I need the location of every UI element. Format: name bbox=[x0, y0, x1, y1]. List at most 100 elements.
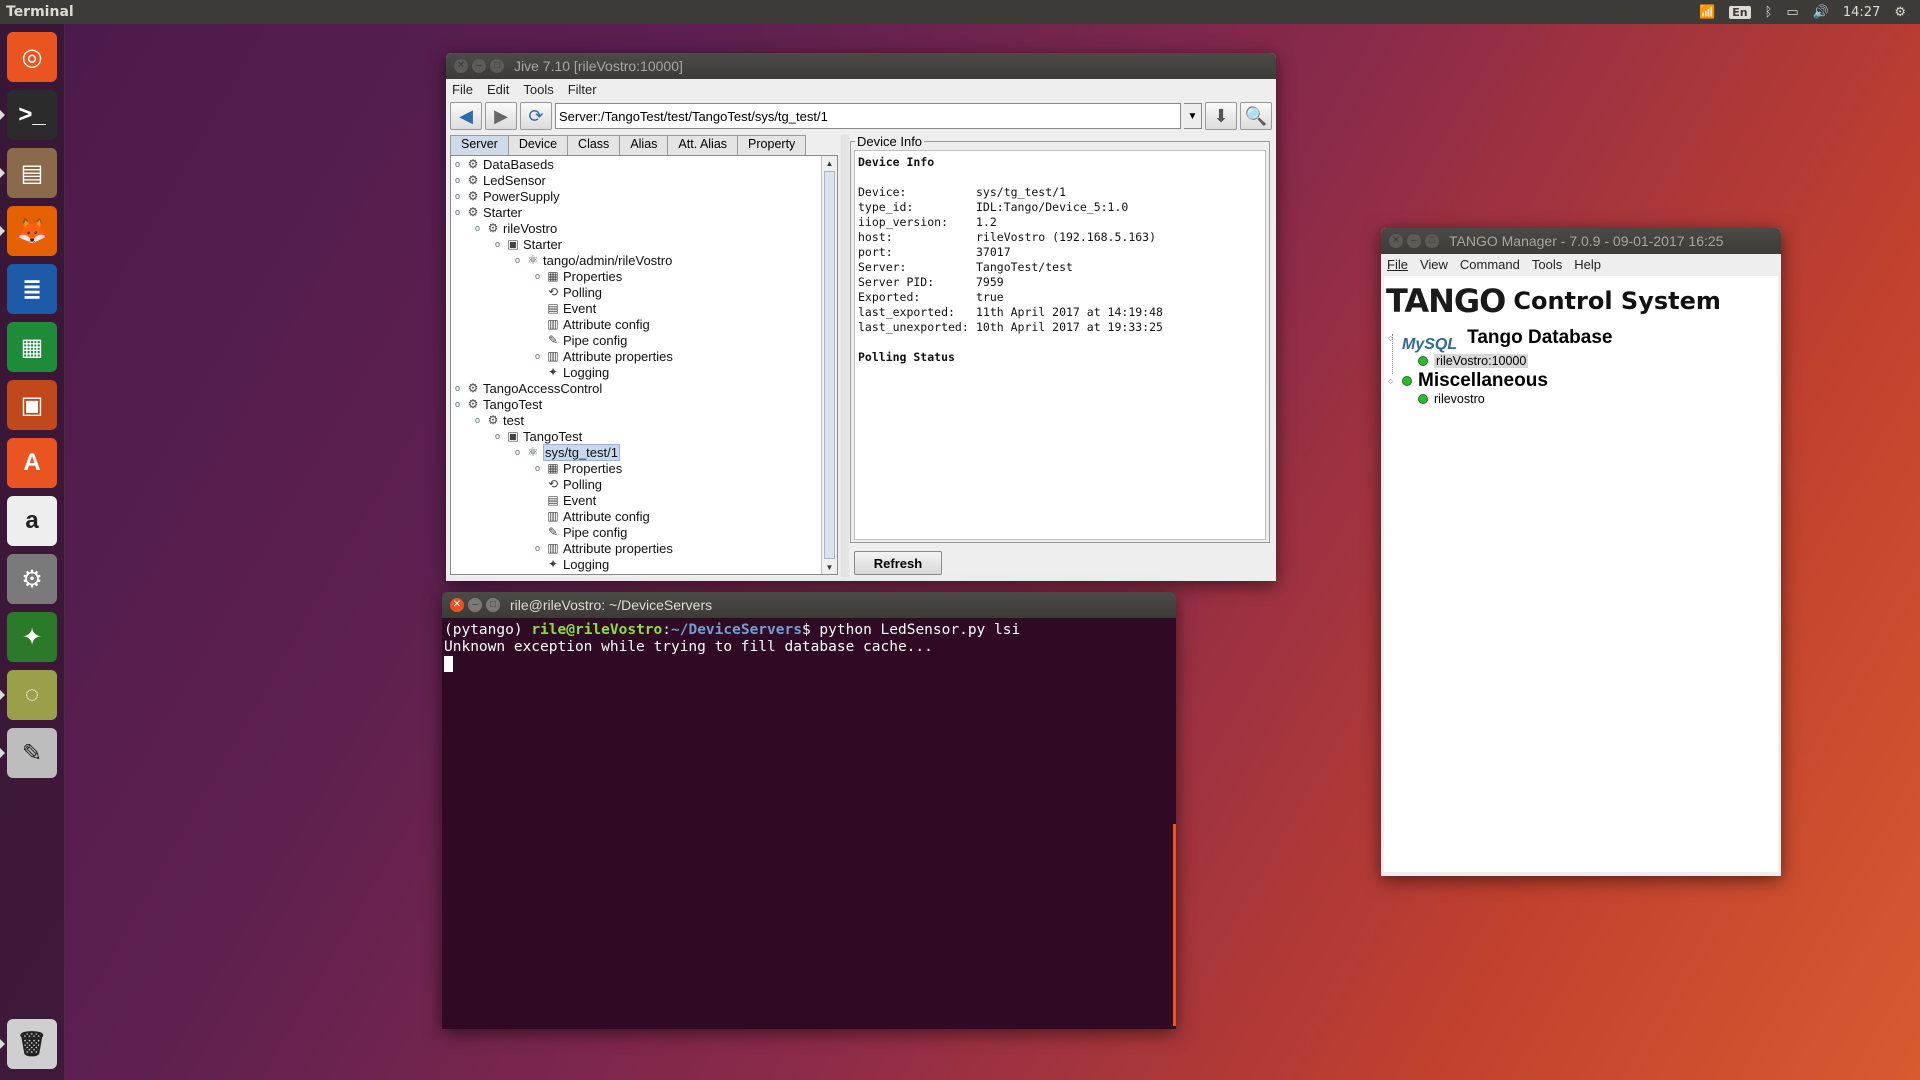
scroll-thumb[interactable] bbox=[824, 171, 835, 559]
menu-command[interactable]: Command bbox=[1460, 257, 1520, 272]
chevron-down-icon[interactable]: ▼ bbox=[1184, 103, 1202, 129]
tree-node[interactable]: o ⚙ DataBaseds bbox=[455, 156, 554, 172]
tab-server[interactable]: Server bbox=[450, 135, 509, 155]
menu-file[interactable]: File bbox=[1387, 257, 1408, 272]
tree-node[interactable]: o ▥ Attribute properties bbox=[535, 348, 673, 364]
tree-node[interactable]: o ⚙ Starter bbox=[455, 204, 522, 220]
refresh-button[interactable]: Refresh bbox=[854, 551, 942, 575]
expand-icon[interactable]: ○ bbox=[1388, 376, 1402, 386]
back-button[interactable]: ◀ bbox=[450, 102, 482, 130]
tree-node[interactable]: o ▦ Properties bbox=[535, 460, 622, 476]
volume-icon[interactable]: 🔊 bbox=[1813, 5, 1829, 20]
expand-toggle-icon[interactable]: o bbox=[535, 351, 545, 361]
minimize-icon[interactable]: – bbox=[1407, 234, 1421, 248]
tree-node[interactable]: o ⚙ TangoAccessControl bbox=[455, 380, 602, 396]
expand-toggle-icon[interactable]: o bbox=[495, 239, 505, 249]
firefox-icon[interactable]: 🦊 bbox=[7, 206, 57, 256]
trash-icon[interactable]: 🗑 bbox=[7, 1019, 57, 1069]
tab-device[interactable]: Device bbox=[507, 135, 569, 155]
tree-node[interactable]: o ⚙ rileVostro bbox=[475, 220, 557, 236]
tree-node[interactable]: ✎ Pipe config bbox=[535, 524, 627, 540]
tree-node[interactable]: o ⚙ LedSensor bbox=[455, 172, 546, 188]
menu-help[interactable]: Help bbox=[1574, 257, 1601, 272]
tree-node[interactable]: o ⚙ TangoTest bbox=[455, 396, 542, 412]
close-icon[interactable]: ✕ bbox=[450, 598, 464, 612]
tree-node[interactable]: o ⚙ test bbox=[475, 412, 524, 428]
menu-tools[interactable]: Tools bbox=[523, 82, 553, 97]
tree-node[interactable]: ✦ Logging bbox=[535, 364, 609, 380]
tree-node[interactable]: o ▣ TangoTest bbox=[495, 428, 582, 444]
impress-icon[interactable]: ▣ bbox=[7, 380, 57, 430]
menu-file[interactable]: File bbox=[452, 82, 473, 97]
expand-toggle-icon[interactable]: o bbox=[475, 223, 485, 233]
search-button[interactable]: 🔍 bbox=[1240, 102, 1272, 130]
tree-node[interactable]: o ▣ Starter bbox=[495, 236, 562, 252]
power-gear-icon[interactable]: ⚙ bbox=[1894, 5, 1906, 20]
tab-property[interactable]: Property bbox=[737, 135, 807, 155]
expand-toggle-icon[interactable]: o bbox=[495, 431, 505, 441]
tree-node[interactable]: o ▦ Properties bbox=[535, 268, 622, 284]
db-node[interactable]: ○ MySQL Tango Database bbox=[1388, 322, 1612, 354]
expand-toggle-icon[interactable]: o bbox=[515, 447, 525, 457]
terminal-icon[interactable]: >_ bbox=[7, 90, 57, 140]
keyboard-layout-indicator[interactable]: En bbox=[1729, 5, 1751, 19]
menu-edit[interactable]: Edit bbox=[487, 82, 509, 97]
expand-icon[interactable]: ○ bbox=[1388, 333, 1402, 343]
tango-titlebar[interactable]: ✕ – □ TANGO Manager - 7.0.9 - 09-01-2017… bbox=[1381, 228, 1781, 254]
wifi-icon[interactable]: 📶 bbox=[1699, 5, 1715, 20]
tree-node[interactable]: o ⚛ sys/tg_test/1 bbox=[515, 443, 620, 461]
tree-node[interactable]: ⟲ Polling bbox=[535, 476, 602, 492]
tree-node[interactable]: o ▥ Attribute properties bbox=[535, 540, 673, 556]
expand-toggle-icon[interactable]: o bbox=[455, 207, 465, 217]
tree-scrollbar[interactable]: ▲ ▼ bbox=[821, 156, 837, 574]
files-icon[interactable]: ▤ bbox=[7, 148, 57, 198]
jive-titlebar[interactable]: ✕ – □ Jive 7.10 [rileVostro:10000] bbox=[446, 53, 1276, 79]
text-editor-icon[interactable]: ✎ bbox=[7, 728, 57, 778]
expand-toggle-icon[interactable]: o bbox=[455, 159, 465, 169]
tango-icon[interactable]: ✦ bbox=[7, 612, 57, 662]
tab-class[interactable]: Class bbox=[567, 135, 621, 155]
terminal-titlebar[interactable]: ✕ – □ rile@rileVostro: ~/DeviceServers bbox=[442, 592, 1176, 618]
tree-node[interactable]: ⟲ Polling bbox=[535, 284, 602, 300]
ubuntu-home-icon[interactable]: ◎ bbox=[7, 32, 57, 82]
close-icon[interactable]: ✕ bbox=[1389, 234, 1403, 248]
server-tree[interactable]: o ⚙ DataBaseds o ⚙ LedSensor o ⚙ PowerSupply o ⚙ St… bbox=[450, 155, 838, 575]
expand-toggle-icon[interactable]: o bbox=[535, 271, 545, 281]
menu-filter[interactable]: Filter bbox=[568, 82, 597, 97]
tree-node[interactable]: ▥ Attribute config bbox=[535, 508, 649, 524]
tab-att-alias[interactable]: Att. Alias bbox=[667, 135, 739, 155]
tree-node[interactable]: ▥ Attribute config bbox=[535, 316, 649, 332]
clock[interactable]: 14:27 bbox=[1843, 5, 1880, 20]
amazon-icon[interactable]: a bbox=[7, 496, 57, 546]
expand-toggle-icon[interactable]: o bbox=[455, 383, 465, 393]
menu-tools[interactable]: Tools bbox=[1532, 257, 1562, 272]
expand-toggle-icon[interactable]: o bbox=[455, 191, 465, 201]
expand-toggle-icon[interactable]: o bbox=[475, 415, 485, 425]
go-down-button[interactable]: ⬇ bbox=[1205, 102, 1237, 130]
tree-node[interactable]: ▤ Event bbox=[535, 300, 596, 316]
terminal-scrollbar[interactable] bbox=[1173, 824, 1176, 1026]
maximize-icon[interactable]: □ bbox=[1425, 234, 1439, 248]
misc-node[interactable]: ○ Miscellaneous bbox=[1388, 370, 1548, 392]
software-center-icon[interactable]: A bbox=[7, 438, 57, 488]
device-info-text[interactable]: Device Info Device: sys/tg_test/1 type_id:… bbox=[854, 150, 1266, 540]
expand-toggle-icon[interactable]: o bbox=[535, 463, 545, 473]
maximize-icon[interactable]: □ bbox=[486, 598, 500, 612]
writer-icon[interactable]: ≣ bbox=[7, 264, 57, 314]
jive-icon[interactable]: ◌ bbox=[7, 670, 57, 720]
minimize-icon[interactable]: – bbox=[472, 59, 486, 73]
forward-button[interactable]: ▶ bbox=[485, 102, 517, 130]
battery-icon[interactable]: ▭ bbox=[1786, 5, 1798, 20]
expand-toggle-icon[interactable]: o bbox=[455, 399, 465, 409]
tree-node[interactable]: ▤ Event bbox=[535, 492, 596, 508]
calc-icon[interactable]: ▦ bbox=[7, 322, 57, 372]
tab-alias[interactable]: Alias bbox=[619, 135, 669, 155]
expand-toggle-icon[interactable]: o bbox=[535, 543, 545, 553]
scroll-up-icon[interactable]: ▲ bbox=[822, 156, 837, 170]
expand-toggle-icon[interactable]: o bbox=[515, 255, 525, 265]
settings-icon[interactable]: ⚙ bbox=[7, 554, 57, 604]
close-icon[interactable]: ✕ bbox=[454, 59, 468, 73]
minimize-icon[interactable]: – bbox=[468, 598, 482, 612]
menu-view[interactable]: View bbox=[1420, 257, 1448, 272]
tree-node[interactable]: ✦ Logging bbox=[535, 556, 609, 572]
